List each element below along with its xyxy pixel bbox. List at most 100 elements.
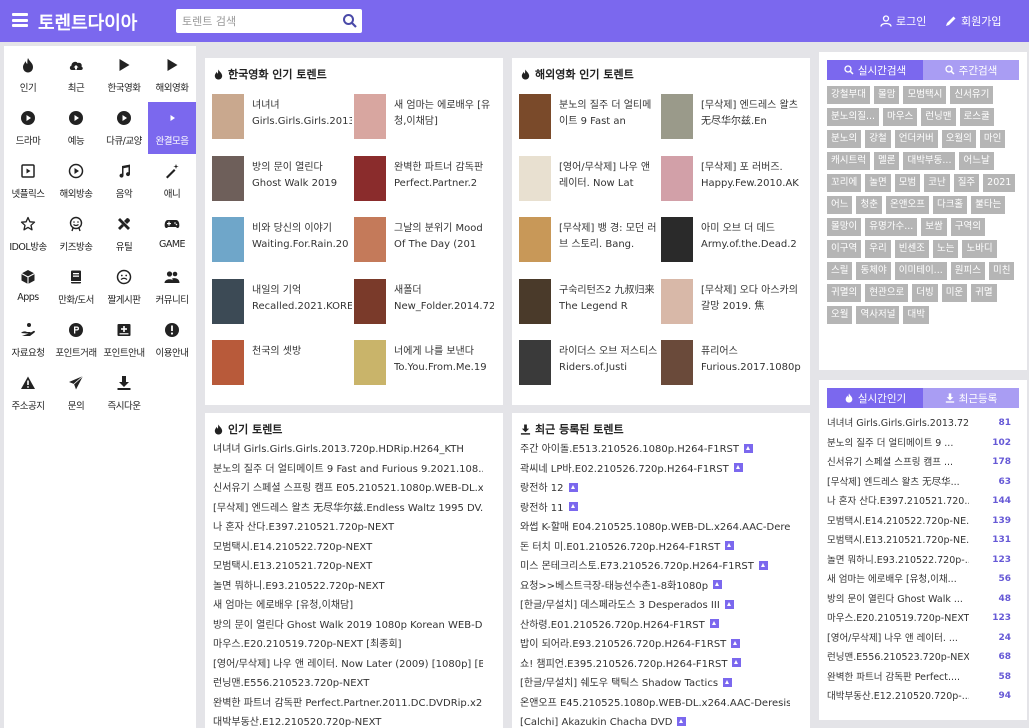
- nav-item-11[interactable]: 음악: [100, 155, 148, 207]
- search-tag[interactable]: 오월의: [941, 130, 976, 148]
- nav-item-5[interactable]: 드라마: [4, 102, 52, 154]
- movie-title[interactable]: 퓨리어스 Furious.2017.1080p.BluRay.x: [701, 344, 801, 378]
- rank-title[interactable]: 나 혼자 산다.E397.210521.720...: [827, 492, 969, 512]
- list-item[interactable]: 모범택시.E13.210521.720p-NEXT: [213, 557, 483, 576]
- list-item[interactable]: 주간 아이돌.E513.210526.1080p.H264-F1RST: [520, 440, 790, 459]
- rank-title[interactable]: 모범택시.E14.210522.720p-NE...: [827, 512, 969, 532]
- movie-title[interactable]: 새 엄마는 에로배우 [유청,이채담]: [394, 98, 494, 132]
- search-tag[interactable]: 노바디: [962, 240, 997, 258]
- rank-row[interactable]: 마우스.E20.210519.720p-NEXT... 123: [827, 609, 1011, 629]
- movie-card[interactable]: 그날의 분위기 Mood Of The Day (201: [354, 217, 494, 265]
- movie-poster-thumbnail[interactable]: [354, 278, 386, 324]
- movie-card[interactable]: 라이더스 오브 저스티스 Riders.of.Justi: [519, 340, 659, 388]
- nav-item-13[interactable]: IDOL방송: [4, 208, 52, 260]
- rank-row[interactable]: 분노의 질주 더 얼티메이트 9 ... 102: [827, 434, 1011, 454]
- rank-row[interactable]: 완벽한 파트너 감독판 Perfect.... 58: [827, 668, 1011, 688]
- movie-title[interactable]: 아미 오브 더 데드 Army.of.the.Dead.2: [701, 221, 801, 255]
- movie-poster-thumbnail[interactable]: [519, 340, 551, 385]
- nav-item-16[interactable]: GAME: [148, 208, 196, 260]
- list-item-title[interactable]: [한글/무설치] 데스페라도스 3 Desperados III: [520, 600, 720, 611]
- movie-title[interactable]: 비와 당신의 이야기 Waiting.For.Rain.20: [252, 221, 352, 255]
- list-item[interactable]: 런닝맨.E556.210523.720p-NEXT: [213, 674, 483, 693]
- rank-row[interactable]: 대박부동산.E12.210520.720p-... 94: [827, 687, 1011, 707]
- list-item[interactable]: 랑전하 11: [520, 499, 790, 518]
- list-item-title[interactable]: [무삭제] 엔드레스 왈츠 无尽华尔兹.Endless Waltz 1995 D…: [213, 503, 483, 514]
- list-item[interactable]: 녀녀녀 Girls.Girls.Girls.2013.720p.HDRip.H2…: [213, 440, 483, 459]
- search-tag[interactable]: 우리: [865, 240, 891, 258]
- search-tag[interactable]: 분노의: [827, 130, 862, 148]
- hamburger-menu-icon[interactable]: [12, 13, 28, 27]
- nav-item-19[interactable]: 짤게시판: [100, 261, 148, 313]
- movie-title[interactable]: 내일의 기억 Recalled.2021.KOREAN.10: [252, 283, 352, 317]
- search-tag[interactable]: 유명가수...: [865, 218, 918, 236]
- search-tag[interactable]: 원피스: [950, 262, 985, 280]
- list-item-title[interactable]: 녀녀녀 Girls.Girls.Girls.2013.720p.HDRip.H2…: [213, 444, 464, 455]
- rank-title[interactable]: 대박부동산.E12.210520.720p-...: [827, 687, 969, 707]
- movie-poster-thumbnail[interactable]: [519, 278, 551, 324]
- list-item-title[interactable]: 산하령.E01.210526.720p.H264-F1RST: [520, 620, 705, 631]
- tab-realtime-popular[interactable]: 실시간인기: [827, 388, 923, 408]
- list-item[interactable]: 미스 몬테크리스토.E73.210526.720p.H264-F1RST: [520, 557, 790, 576]
- movie-card[interactable]: 천국의 셋방: [212, 340, 352, 388]
- nav-item-6[interactable]: 예능: [52, 102, 100, 154]
- rank-row[interactable]: [영어/무삭제] 나우 앤 레이터. ... 24: [827, 629, 1011, 649]
- list-item[interactable]: [무삭제] 엔드레스 왈츠 无尽华尔兹.Endless Waltz 1995 D…: [213, 499, 483, 518]
- search-tag[interactable]: 언더커버: [894, 130, 938, 148]
- list-item[interactable]: 마우스.E20.210519.720p-NEXT [최종회]: [213, 635, 483, 654]
- movie-title[interactable]: [무삭제] 뱅 경: 모던 러브 스토리. Bang.: [559, 221, 659, 255]
- list-item[interactable]: 랑전하 12: [520, 479, 790, 498]
- movie-card[interactable]: 완벽한 파트너 감독판 Perfect.Partner.2: [354, 155, 494, 204]
- nav-item-4[interactable]: 해외영화: [148, 49, 196, 101]
- movie-poster-thumbnail[interactable]: [212, 340, 244, 385]
- search-tag[interactable]: 귀멸의: [827, 284, 862, 302]
- nav-item-18[interactable]: 만화/도서: [52, 261, 100, 313]
- movie-poster-thumbnail[interactable]: [212, 94, 244, 139]
- search-tag[interactable]: 런닝맨: [921, 108, 956, 126]
- rank-row[interactable]: 녀녀녀 Girls.Girls.Girls.2013.72... 81: [827, 414, 1011, 434]
- search-tag[interactable]: 마인: [979, 130, 1006, 148]
- rank-title[interactable]: 마우스.E20.210519.720p-NEXT...: [827, 609, 969, 629]
- list-item-title[interactable]: 곽씨네 LP바.E02.210526.720p.H264-F1RST: [520, 464, 729, 475]
- list-item[interactable]: [한글/무설치] 데스페라도스 3 Desperados III: [520, 596, 790, 615]
- movie-card[interactable]: 새 엄마는 에로배우 [유청,이채담]: [354, 94, 494, 142]
- list-item-title[interactable]: 모범택시.E14.210522.720p-NEXT: [213, 542, 372, 553]
- movie-card[interactable]: 너에게 나를 보낸다 To.You.From.Me.19: [354, 340, 494, 388]
- tab-weekly-search[interactable]: 주간검색: [923, 60, 1019, 80]
- search-tag[interactable]: 몰망이: [827, 218, 862, 236]
- movie-poster-thumbnail[interactable]: [212, 278, 244, 324]
- movie-poster-thumbnail[interactable]: [519, 155, 551, 201]
- list-item[interactable]: 신서유기 스페셜 스프링 캠프 E05.210521.1080p.WEB-DL.…: [213, 479, 483, 498]
- search-tag[interactable]: 대박부동...: [903, 152, 956, 170]
- movie-poster-thumbnail[interactable]: [661, 94, 693, 139]
- list-item[interactable]: 새 엄마는 에로배우 [유청,이채담]: [213, 596, 483, 615]
- search-tag[interactable]: 다크홀: [932, 196, 968, 214]
- search-tag[interactable]: 로스쿨: [959, 108, 994, 126]
- list-item[interactable]: 놀면 뭐하니.E93.210522.720p-NEXT: [213, 577, 483, 596]
- search-tag[interactable]: 이구역: [827, 240, 862, 258]
- search-icon[interactable]: [342, 13, 358, 29]
- movie-poster-thumbnail[interactable]: [519, 94, 551, 139]
- list-item-title[interactable]: 방의 문이 열린다 Ghost Walk 2019 1080p Korean W…: [213, 620, 483, 631]
- list-item-title[interactable]: [한글/무설치] 쉐도우 택틱스 Shadow Tactics: [520, 678, 718, 689]
- list-item[interactable]: 돈 터치 미.E01.210526.720p.H264-F1RST: [520, 538, 790, 557]
- movie-poster-thumbnail[interactable]: [212, 155, 244, 201]
- search-tag[interactable]: 캐시트럭: [827, 152, 870, 170]
- movie-title[interactable]: 녀녀녀 Girls.Girls.Girls.2013.720p.HDRi: [252, 98, 352, 132]
- search-tag[interactable]: 불타는: [971, 196, 1006, 214]
- rank-title[interactable]: 신서유기 스페셜 스프링 캠프 ...: [827, 453, 969, 473]
- list-item-title[interactable]: 새 엄마는 에로배우 [유청,이채담]: [213, 600, 353, 611]
- list-item-title[interactable]: 나 혼자 산다.E397.210521.720p-NEXT: [213, 522, 394, 533]
- list-item[interactable]: [Calchi] Akazukin Chacha DVD: [520, 713, 790, 728]
- search-tag[interactable]: 분노의질...: [827, 108, 880, 126]
- movie-title[interactable]: [영어/무삭제] 나우 앤 레이터. Now Lat: [559, 160, 659, 194]
- movie-poster-thumbnail[interactable]: [661, 155, 693, 201]
- list-item-title[interactable]: 요청>>베스트극장-태능선수촌1-8화1080p: [520, 581, 708, 592]
- rank-title[interactable]: 새 엄마는 에로배우 [유청,이채...: [827, 570, 969, 590]
- list-item-title[interactable]: [Calchi] Akazukin Chacha DVD: [520, 717, 672, 728]
- rank-row[interactable]: 모범택시.E13.210521.720p-NE... 131: [827, 531, 1011, 551]
- list-item-title[interactable]: 밥이 되어라.E93.210526.720p.H264-F1RST: [520, 639, 726, 650]
- rank-row[interactable]: 모범택시.E14.210522.720p-NE... 139: [827, 512, 1011, 532]
- list-item[interactable]: 밥이 되어라.E93.210526.720p.H264-F1RST: [520, 635, 790, 654]
- list-item-title[interactable]: 마우스.E20.210519.720p-NEXT [최종회]: [213, 639, 402, 650]
- nav-item-23[interactable]: 포인트안내: [100, 314, 148, 366]
